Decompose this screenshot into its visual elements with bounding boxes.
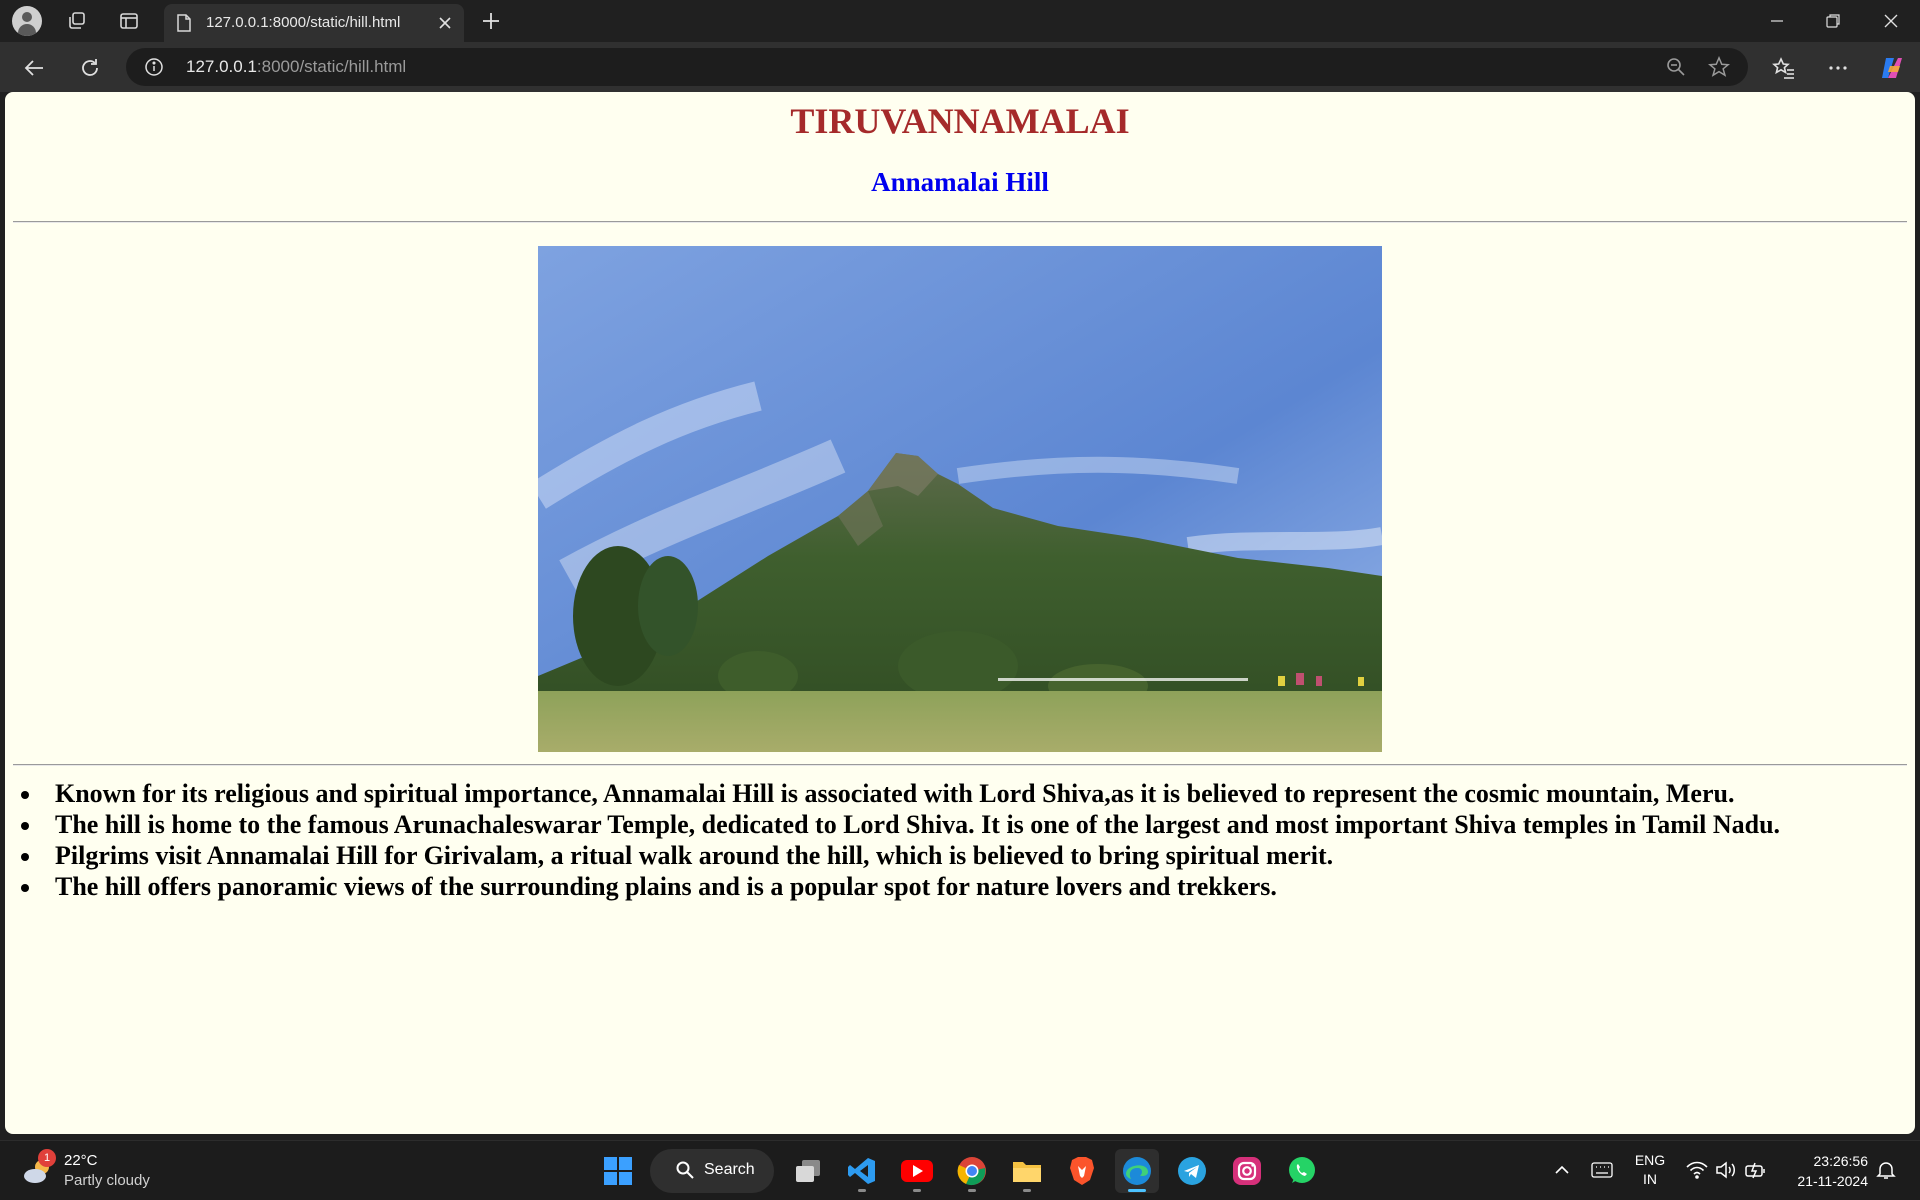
list-item: The hill offers panoramic views of the s… xyxy=(13,871,1907,902)
brave-browser-icon[interactable] xyxy=(1060,1149,1104,1193)
list-item: The hill is home to the famous Arunachal… xyxy=(13,809,1907,840)
tab-title: 127.0.0.1:8000/static/hill.html xyxy=(206,14,401,31)
new-tab-button[interactable] xyxy=(478,8,504,34)
chrome-icon[interactable] xyxy=(950,1149,994,1193)
weather-condition: Partly cloudy xyxy=(64,1172,150,1189)
browser-toolbar: 127.0.0.1:8000/static/hill.html xyxy=(0,42,1920,92)
page-title: TIRUVANNAMALAI xyxy=(790,101,1130,141)
clock-time: 23:26:56 xyxy=(1813,1153,1869,1169)
site-info-icon[interactable] xyxy=(144,57,164,82)
notification-bell-icon[interactable] xyxy=(1874,1158,1898,1182)
page-icon xyxy=(176,14,192,36)
wifi-icon[interactable] xyxy=(1685,1158,1709,1182)
close-tab-icon[interactable] xyxy=(434,12,456,34)
region-code: IN xyxy=(1643,1171,1657,1187)
weather-temperature: 22°C xyxy=(64,1152,98,1169)
list-item: Pilgrims visit Annamalai Hill for Giriva… xyxy=(13,840,1907,871)
page-subtitle: Annamalai Hill xyxy=(871,167,1049,197)
copilot-icon[interactable] xyxy=(1878,54,1906,82)
url-host: 127.0.0.1 xyxy=(186,57,257,76)
taskbar-search-button[interactable]: Search xyxy=(650,1149,774,1193)
more-options-icon[interactable] xyxy=(1824,54,1852,82)
task-view-icon[interactable] xyxy=(786,1149,830,1193)
tab-hill-page[interactable]: 127.0.0.1:8000/static/hill.html xyxy=(164,4,464,42)
address-bar[interactable]: 127.0.0.1:8000/static/hill.html xyxy=(126,48,1748,86)
annamalai-hill-photo xyxy=(538,246,1382,752)
windows-start-icon[interactable] xyxy=(596,1149,640,1193)
instagram-icon[interactable] xyxy=(1225,1149,1269,1193)
zoom-out-icon[interactable] xyxy=(1666,57,1686,82)
favorites-icon[interactable] xyxy=(1770,54,1798,82)
workspaces-icon[interactable] xyxy=(64,8,90,34)
facts-list: Known for its religious and spiritual im… xyxy=(13,778,1907,902)
file-explorer-icon[interactable] xyxy=(1005,1149,1049,1193)
system-clock[interactable]: 23:26:56 21-11-2024 xyxy=(1776,1151,1868,1191)
profile-avatar-icon[interactable] xyxy=(12,6,42,36)
back-arrow-icon[interactable] xyxy=(20,54,48,82)
weather-widget[interactable]: 1 22°C Partly cloudy xyxy=(22,1149,202,1193)
list-item: Known for its religious and spiritual im… xyxy=(13,778,1907,809)
horizontal-rule-bottom xyxy=(13,764,1907,766)
youtube-icon[interactable] xyxy=(895,1149,939,1193)
search-icon xyxy=(676,1161,694,1184)
close-window-button[interactable] xyxy=(1876,6,1906,36)
battery-charging-icon[interactable] xyxy=(1744,1158,1768,1182)
telegram-icon[interactable] xyxy=(1170,1149,1214,1193)
horizontal-rule-top xyxy=(13,221,1907,223)
windows-taskbar: 1 22°C Partly cloudy Search ENG IN 23:26… xyxy=(0,1140,1920,1200)
clock-date: 21-11-2024 xyxy=(1797,1173,1868,1189)
input-language-indicator[interactable]: ENG IN xyxy=(1630,1151,1670,1189)
weather-badge: 1 xyxy=(38,1149,56,1167)
page-viewport: TIRUVANNAMALAI Annamalai Hill Known for … xyxy=(5,92,1915,1134)
minimize-window-button[interactable] xyxy=(1762,6,1792,36)
browser-tab-bar: 127.0.0.1:8000/static/hill.html xyxy=(0,0,1920,42)
url-path: :8000/static/hill.html xyxy=(256,57,407,76)
vertical-tabs-icon[interactable] xyxy=(116,8,142,34)
refresh-icon[interactable] xyxy=(76,54,104,82)
favorite-star-icon[interactable] xyxy=(1707,55,1731,83)
url-text[interactable]: 127.0.0.1:8000/static/hill.html xyxy=(186,57,406,77)
vscode-icon[interactable] xyxy=(840,1149,884,1193)
restore-window-button[interactable] xyxy=(1818,6,1848,36)
volume-icon[interactable] xyxy=(1714,1158,1738,1182)
search-label: Search xyxy=(704,1161,755,1178)
edge-browser-icon[interactable] xyxy=(1115,1149,1159,1193)
language-code: ENG xyxy=(1634,1152,1666,1168)
keyboard-icon[interactable] xyxy=(1590,1158,1614,1182)
show-hidden-icons-chevron-icon[interactable] xyxy=(1550,1158,1574,1182)
whatsapp-icon[interactable] xyxy=(1280,1149,1324,1193)
